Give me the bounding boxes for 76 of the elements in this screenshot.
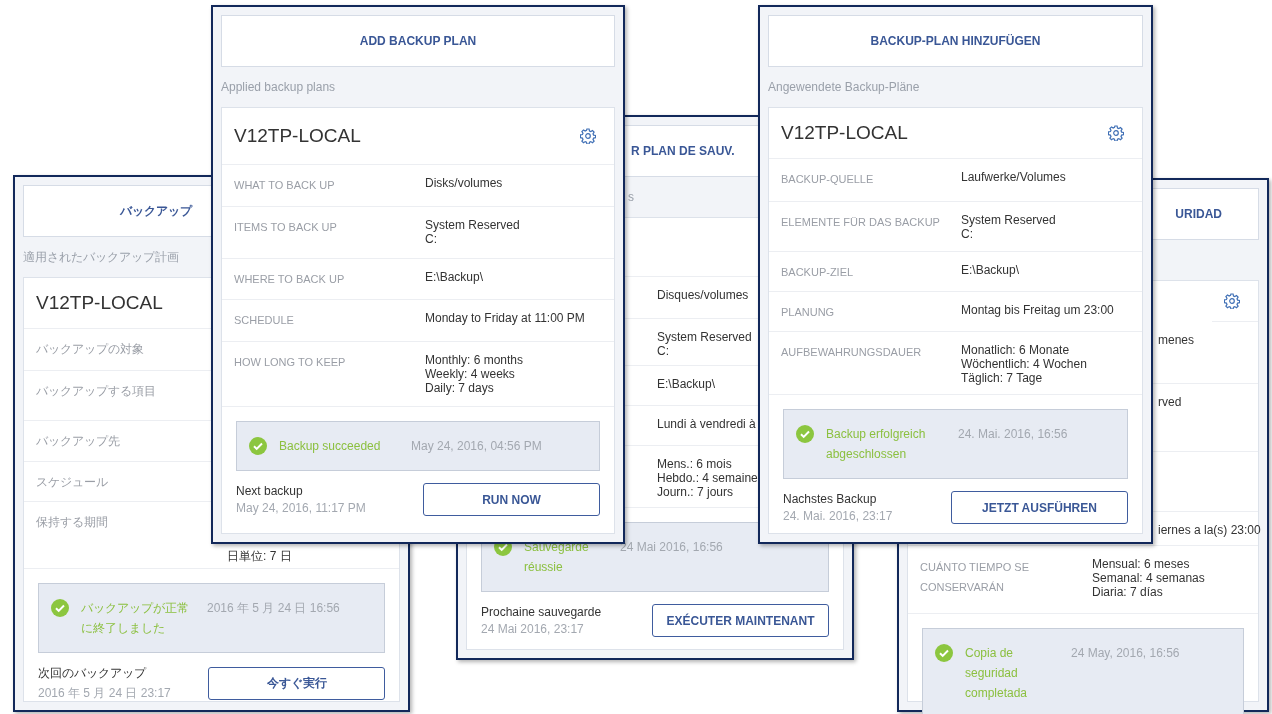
status-time: 24 May, 2016, 16:56 [1071, 645, 1180, 662]
field-value: Mensual: 6 meses Semanal: 4 semanas Diaria: 7 días [1092, 557, 1205, 599]
add-plan-label[interactable]: URIDAD [1175, 207, 1222, 221]
field-value: System Reserved C: [961, 213, 1056, 241]
next-backup-label: Nachstes Backup [783, 492, 878, 506]
field-value: Lundi à vendredi à [657, 417, 756, 431]
field-value: Monday to Friday at 11:00 PM [425, 311, 585, 325]
next-backup-time: May 24, 2016, 11:17 PM [236, 501, 366, 515]
field-label: HOW LONG TO KEEP [234, 355, 347, 370]
success-icon [796, 425, 814, 443]
field-label: BACKUP-QUELLE [781, 172, 875, 187]
field-value: Disques/volumes [657, 288, 749, 302]
run-now-button[interactable]: EXÉCUTER MAINTENANT [652, 604, 829, 637]
next-backup-time: 24. Mai. 2016, 23:17 [783, 509, 893, 523]
field-value: Monthly: 6 months Weekly: 4 weeks Daily: 7 days [425, 353, 524, 395]
success-icon [935, 644, 953, 662]
settings-icon[interactable] [1108, 125, 1124, 141]
plan-title: V12TP-LOCAL [234, 125, 361, 147]
field-value: System Reserved C: [425, 218, 520, 246]
section-label: Applied backup plans [221, 80, 336, 94]
next-backup-time: 24 Mai 2016, 23:17 [481, 622, 585, 636]
settings-icon[interactable] [1224, 293, 1240, 309]
next-backup-time: 2016 年 5 月 24 日 23:17 [38, 685, 171, 702]
success-icon [249, 437, 267, 455]
add-plan-label[interactable]: R PLAN DE SAUV. [631, 144, 735, 158]
field-value: E:\Backup\ [425, 270, 484, 284]
status-text: Copia de seguridad completada [965, 645, 1029, 702]
field-label: BACKUP-ZIEL [781, 265, 855, 280]
section-label: s [627, 190, 634, 204]
field-value: 日単位: 7 日 [227, 549, 292, 563]
field-label: SCHEDULE [234, 313, 295, 328]
field-label: バックアップする項目 [36, 383, 157, 400]
field-label: バックアップの対象 [36, 341, 145, 358]
success-icon [51, 599, 69, 617]
field-value: E:\Backup\ [657, 377, 716, 391]
field-value: rved [1158, 395, 1182, 409]
field-value: menes [1158, 333, 1195, 347]
field-label: ELEMENTE FÜR DAS BACKUP [781, 215, 941, 230]
field-label: PLANUNG [781, 305, 836, 320]
status-text: バックアップが正常に終了しました [81, 600, 190, 637]
field-label: CUÁNTO TIEMPO SE CONSERVARÁN [920, 560, 1030, 595]
next-backup-label: Next backup [236, 484, 304, 498]
run-now-button[interactable]: 今すぐ実行 [208, 667, 385, 700]
add-plan-button[interactable]: ADD BACKUP PLAN [221, 15, 615, 67]
field-label: WHERE TO BACK UP [234, 272, 346, 287]
run-now-button[interactable]: JETZT AUSFÜHREN [951, 491, 1128, 524]
field-label: バックアップ先 [36, 433, 121, 450]
next-backup-label: Prochaine sauvegarde [481, 605, 602, 619]
field-value: System Reserved C: [657, 330, 752, 358]
field-label: WHAT TO BACK UP [234, 178, 336, 193]
field-value: Disks/volumes [425, 176, 503, 190]
plan-title: V12TP-LOCAL [36, 292, 163, 314]
add-plan-button[interactable]: BACKUP-PLAN HINZUFÜGEN [768, 15, 1143, 67]
status-text: Backup succeeded [279, 438, 382, 455]
field-label: スケジュール [36, 474, 109, 491]
run-now-button[interactable]: RUN NOW [423, 483, 600, 516]
plan-title: V12TP-LOCAL [781, 122, 908, 144]
add-plan-label[interactable]: バックアップ [120, 202, 192, 220]
status-time: May 24, 2016, 04:56 PM [411, 438, 542, 455]
field-value: Monatlich: 6 Monate Wöchentlich: 4 Wochen Täglich: 7 Tage [961, 343, 1087, 385]
settings-icon[interactable] [580, 128, 596, 144]
status-time: 2016 年 5 月 24 日 16:56 [207, 600, 340, 617]
field-value: iernes a la(s) 23:00 [1158, 523, 1261, 537]
field-value: Mens.: 6 mois Hebdo.: 4 semaine Journ.: 7 jours [657, 457, 758, 499]
field-value: Laufwerke/Volumes [961, 170, 1066, 184]
status-text: Backup erfolgreich abgeschlossen [826, 426, 927, 463]
field-label: 保持する期間 [36, 514, 109, 531]
field-value: E:\Backup\ [961, 263, 1020, 277]
field-label: ITEMS TO BACK UP [234, 220, 338, 235]
field-value: Montag bis Freitag um 23:00 [961, 303, 1114, 317]
field-label: AUFBEWAHRUNGSDAUER [781, 345, 923, 360]
status-time: 24. Mai. 2016, 16:56 [958, 426, 1068, 443]
next-backup-label: 次回のバックアップ [38, 665, 148, 682]
section-label: Angewendete Backup-Pläne [768, 80, 920, 94]
section-label: 適用されたバックアップ計画 [23, 248, 179, 266]
status-text: Sauvegarde réussie [524, 539, 590, 576]
